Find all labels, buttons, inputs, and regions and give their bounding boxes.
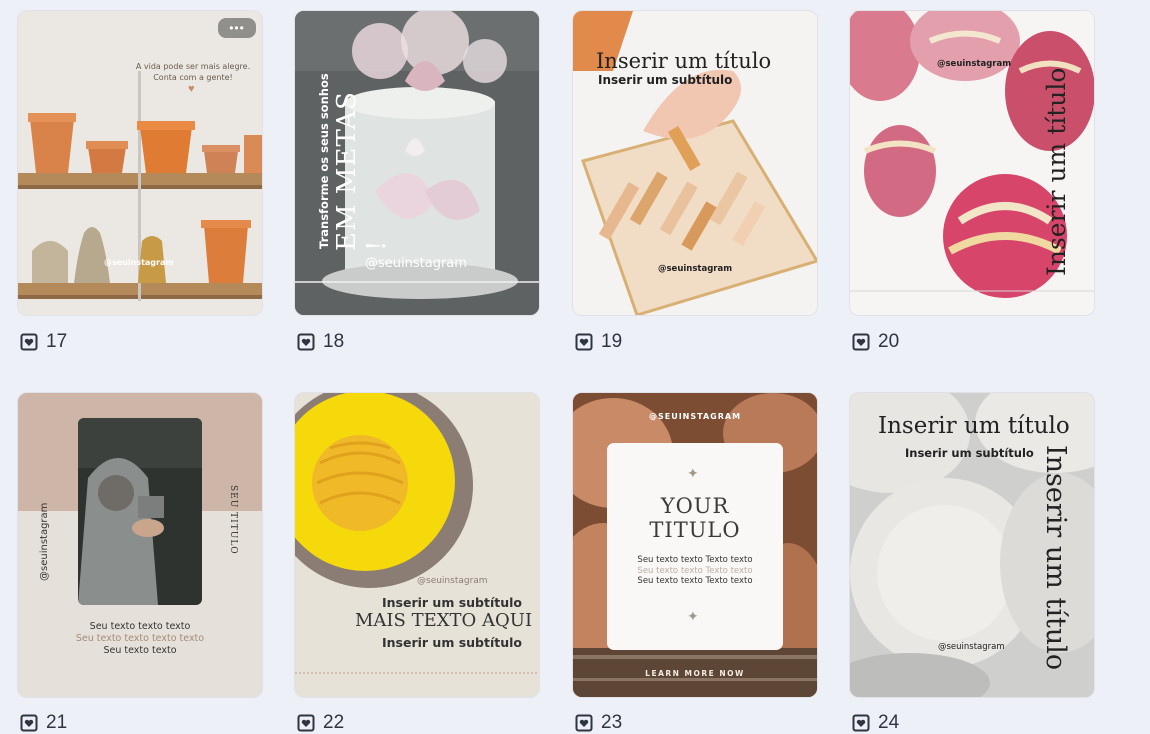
page-thumbnail-23[interactable]: @SEUINSTAGRAM ✦ YOUR TITULO Seu texto te… bbox=[573, 393, 817, 697]
body-text-1: Seu texto texto texto bbox=[89, 621, 191, 632]
page-number-label: 22 bbox=[323, 712, 345, 733]
subtitle-text-1: Inserir um subtítulo bbox=[382, 595, 523, 610]
sparkle-icon: ✦ bbox=[687, 608, 699, 624]
sparkle-icon: ✦ bbox=[687, 465, 699, 481]
vertical-title: Inserir um título bbox=[1040, 445, 1071, 671]
side-title: SEU TITULO bbox=[228, 485, 238, 555]
page-number-19: 19 bbox=[575, 331, 622, 353]
body-line-2: Seu texto texto Texto texto bbox=[637, 565, 753, 576]
page-thumbnail-21[interactable]: @seuinstagram SEU TITULO Seu texto texto… bbox=[18, 393, 262, 697]
title-line-1: YOUR bbox=[660, 494, 730, 518]
vertical-line-1: Transforme os seus sonhos bbox=[317, 73, 331, 249]
page-thumbnail-17[interactable]: A vida pode ser mais alegre. Conta com a… bbox=[18, 11, 262, 315]
cta-text[interactable]: LEARN MORE NOW bbox=[573, 669, 817, 678]
body-text-2: Seu texto texto texto texto bbox=[75, 633, 205, 644]
page-heart-icon bbox=[20, 714, 38, 732]
page-number-17: 17 bbox=[20, 331, 67, 353]
page-number-24: 24 bbox=[852, 712, 899, 734]
page-thumbnail-22[interactable]: @seuinstagram Inserir um subtítulo MAIS … bbox=[295, 393, 539, 697]
page-heart-icon bbox=[297, 714, 315, 732]
handle-text: @seuinstagram bbox=[658, 264, 733, 274]
page-thumbnail-19[interactable]: Inserir um título Inserir um subtítulo @… bbox=[573, 11, 817, 315]
page-number-label: 23 bbox=[601, 712, 623, 733]
title-text: Inserir um título bbox=[878, 413, 1070, 439]
subtitle-text: Inserir um subtítulo bbox=[598, 73, 733, 87]
page-heart-icon bbox=[297, 333, 315, 351]
page-thumbnail-20[interactable]: @seuinstagram Inserir um título bbox=[850, 11, 1094, 315]
tagline-text: A vida pode ser mais alegre. bbox=[135, 62, 251, 71]
handle-text: @seuinstagram bbox=[39, 502, 50, 581]
more-options-button[interactable]: ••• bbox=[218, 18, 256, 38]
page-heart-icon bbox=[852, 714, 870, 732]
page-heart-icon bbox=[852, 333, 870, 351]
photo-image bbox=[78, 418, 202, 605]
heart-icon: ♥ bbox=[188, 83, 195, 95]
page-number-label: 18 bbox=[323, 331, 345, 352]
page-thumbnail-24[interactable]: Inserir um título Inserir um subtítulo I… bbox=[850, 393, 1094, 697]
vertical-title: Inserir um título bbox=[1042, 67, 1071, 276]
body-line-3: Seu texto texto Texto texto bbox=[637, 576, 753, 586]
yarn-image bbox=[295, 393, 539, 697]
handle-text: @SEUINSTAGRAM bbox=[648, 412, 742, 421]
body-line-1: Seu texto texto Texto texto bbox=[637, 555, 753, 565]
subtitle-text-2: Inserir um subtítulo bbox=[382, 635, 523, 650]
page-heart-icon bbox=[575, 333, 593, 351]
title-line-2: TITULO bbox=[649, 518, 741, 542]
page-number-20: 20 bbox=[852, 331, 899, 353]
vertical-line-2: EM METAS ! bbox=[332, 91, 392, 251]
page-number-18: 18 bbox=[297, 331, 344, 353]
page-number-label: 19 bbox=[601, 331, 623, 352]
handle-text: @seuinstagram bbox=[938, 642, 1005, 652]
page-number-label: 24 bbox=[878, 712, 900, 733]
pots-shelf-image bbox=[18, 11, 262, 315]
tagline-text-2: Conta com a gente! bbox=[153, 73, 233, 82]
handle-text: @seuinstagram bbox=[365, 256, 467, 271]
page-number-21: 21 bbox=[20, 712, 67, 734]
title-text: Inserir um título bbox=[596, 49, 772, 73]
handle-text: @seuinstagram bbox=[417, 576, 488, 586]
handle-text: @seuinstagram bbox=[104, 258, 174, 267]
subtitle-text: Inserir um subtítulo bbox=[905, 446, 1034, 460]
page-heart-icon bbox=[20, 333, 38, 351]
page-number-label: 20 bbox=[878, 331, 900, 352]
page-heart-icon bbox=[575, 714, 593, 732]
page-number-label: 21 bbox=[46, 712, 68, 733]
body-text-3: Seu texto texto bbox=[103, 645, 177, 656]
page-thumbnail-18[interactable]: Transforme os seus sonhos EM METAS ! @se… bbox=[295, 11, 539, 315]
page-number-23: 23 bbox=[575, 712, 622, 734]
page-number-label: 17 bbox=[46, 331, 68, 352]
main-text: MAIS TEXTO AQUI bbox=[355, 610, 533, 631]
handle-text: @seuinstagram bbox=[937, 59, 1012, 69]
page-number-22: 22 bbox=[297, 712, 344, 734]
